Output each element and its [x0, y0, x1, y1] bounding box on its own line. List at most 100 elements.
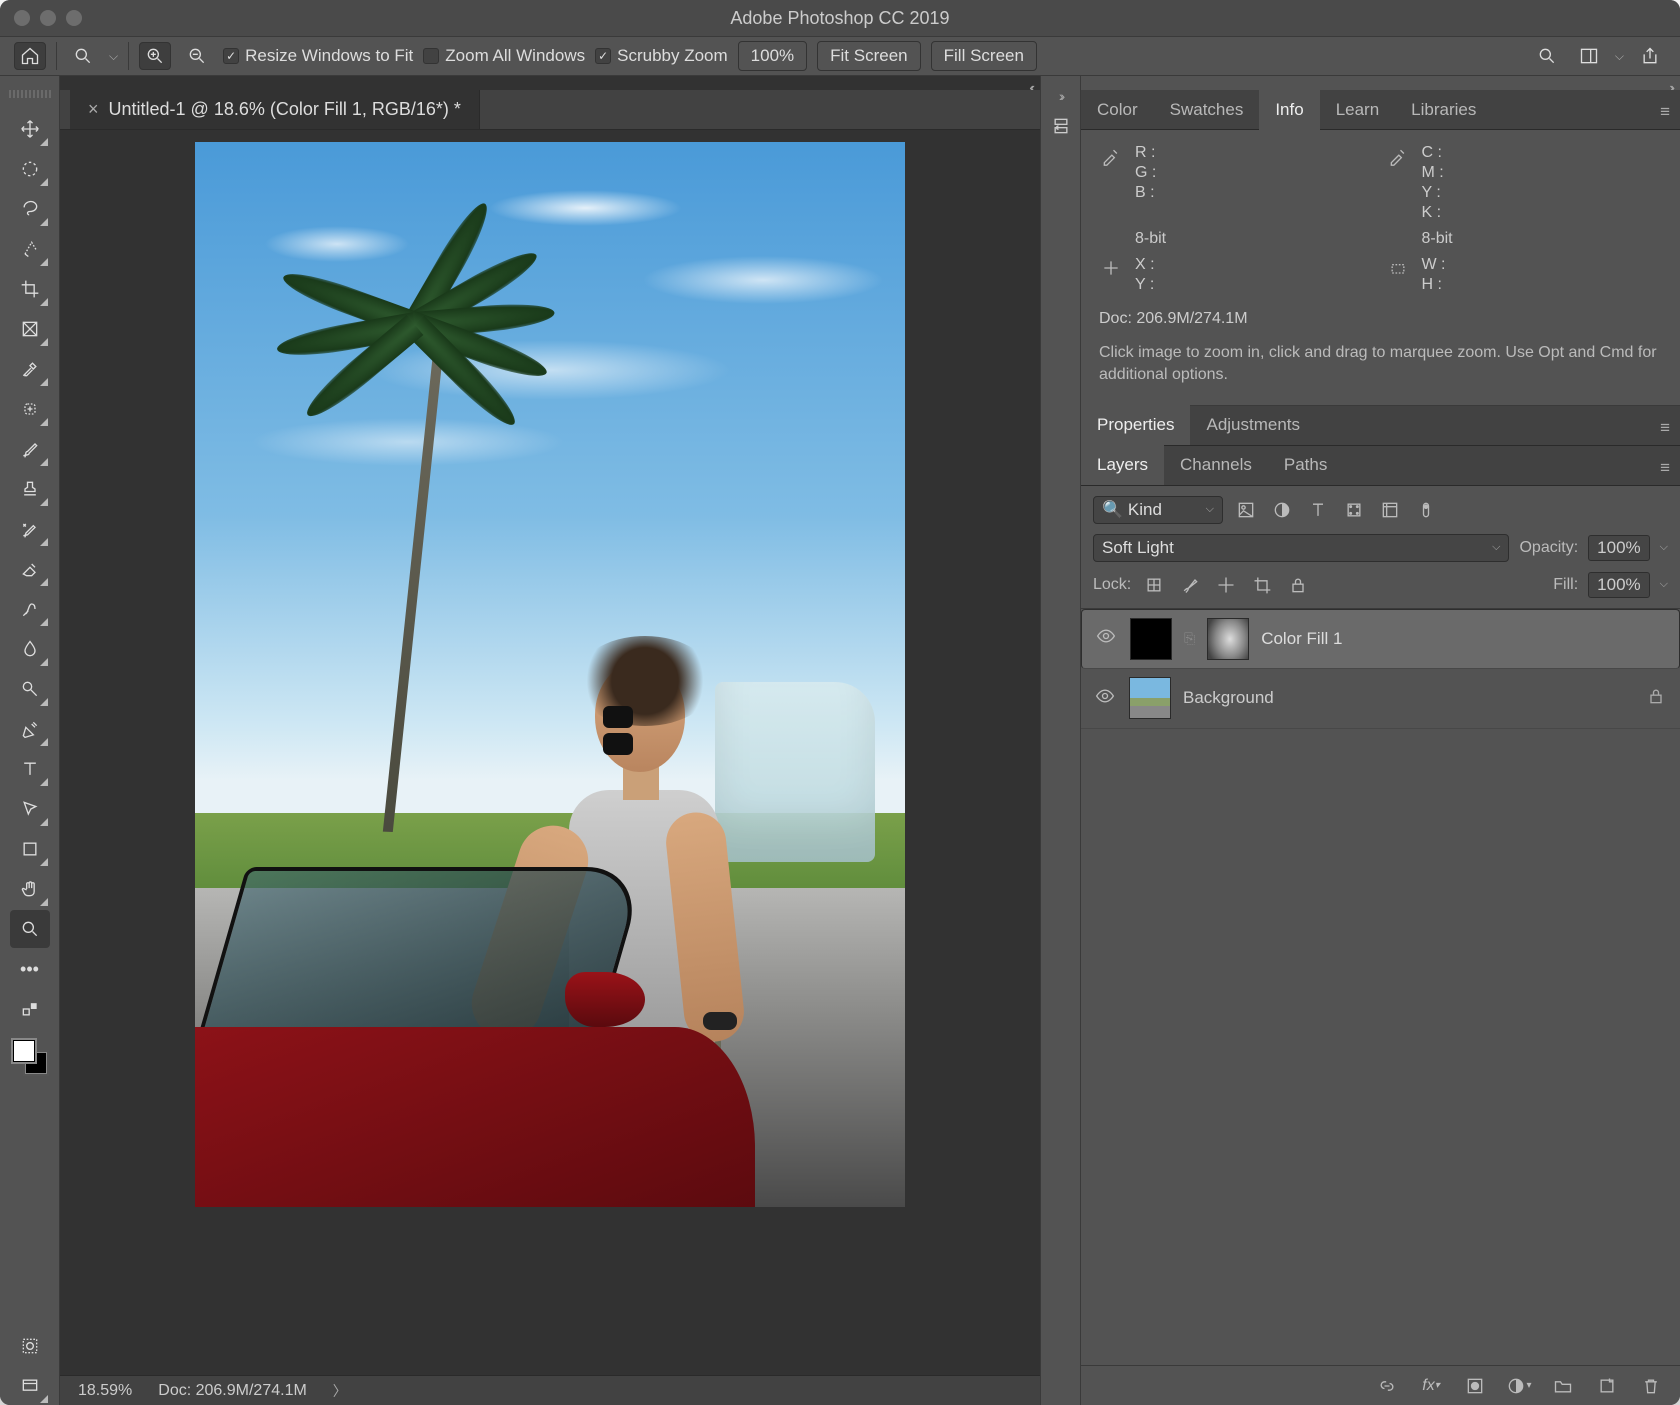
panel-grip-icon[interactable] [9, 90, 51, 98]
layer-filter-select[interactable]: 🔍 Kind⌵ [1093, 496, 1223, 524]
scrubby-zoom-checkbox[interactable]: Scrubby Zoom [595, 46, 728, 66]
layer-row[interactable]: ⎘ Color Fill 1 [1081, 609, 1680, 669]
tab-layers[interactable]: Layers [1081, 445, 1164, 485]
adjustment-layer-icon[interactable]: ▾ [1506, 1374, 1532, 1398]
type-tool-icon[interactable] [10, 750, 50, 788]
layer-name[interactable]: Background [1183, 688, 1634, 708]
minimize-icon[interactable] [40, 10, 56, 26]
healing-tool-icon[interactable] [10, 390, 50, 428]
visibility-icon[interactable] [1095, 686, 1117, 711]
lock-transparency-icon[interactable] [1141, 573, 1167, 597]
layer-row[interactable]: Background [1081, 669, 1680, 729]
eyedropper-tool-icon[interactable] [10, 350, 50, 388]
tab-info[interactable]: Info [1259, 90, 1319, 130]
blur-tool-icon[interactable] [10, 630, 50, 668]
move-tool-icon[interactable] [10, 110, 50, 148]
canvas[interactable] [195, 142, 905, 1207]
zoom-level[interactable]: 18.59% [78, 1382, 132, 1400]
layer-thumbnail[interactable] [1130, 618, 1172, 660]
link-layers-icon[interactable] [1374, 1374, 1400, 1398]
status-arrow-icon[interactable]: 〉 [333, 1381, 347, 1401]
lasso-tool-icon[interactable] [10, 190, 50, 228]
history-panel-icon[interactable] [1051, 116, 1071, 141]
fill-input[interactable]: 100% [1588, 572, 1649, 598]
eraser-tool-icon[interactable] [10, 550, 50, 588]
workspace-dropdown-icon[interactable]: ⌵ [1615, 49, 1624, 64]
workspace-icon[interactable] [1573, 42, 1605, 70]
quick-select-tool-icon[interactable] [10, 230, 50, 268]
new-layer-icon[interactable] [1594, 1374, 1620, 1398]
more-tools-icon[interactable]: ••• [10, 950, 50, 988]
pen-tool-icon[interactable] [10, 710, 50, 748]
share-icon[interactable] [1634, 42, 1666, 70]
frame-tool-icon[interactable] [10, 310, 50, 348]
panel-menu-icon[interactable]: ≡ [1660, 102, 1670, 122]
screen-mode-icon[interactable] [10, 1367, 50, 1405]
filter-smart-icon[interactable] [1377, 498, 1403, 522]
tab-learn[interactable]: Learn [1320, 90, 1395, 130]
new-group-icon[interactable] [1550, 1374, 1576, 1398]
stamp-tool-icon[interactable] [10, 470, 50, 508]
tab-channels[interactable]: Channels [1164, 445, 1268, 485]
layer-fx-icon[interactable]: fx▾ [1418, 1374, 1444, 1398]
zoom-all-checkbox[interactable]: Zoom All Windows [423, 46, 585, 66]
filter-shape-icon[interactable] [1341, 498, 1367, 522]
opacity-dropdown-icon[interactable]: ⌵ [1660, 541, 1668, 554]
tool-preset-icon[interactable] [67, 42, 99, 70]
layer-mask-thumbnail[interactable] [1207, 618, 1249, 660]
add-mask-icon[interactable] [1462, 1374, 1488, 1398]
maximize-icon[interactable] [66, 10, 82, 26]
expand-right-icon[interactable]: ›› [1059, 88, 1062, 104]
opacity-input[interactable]: 100% [1588, 535, 1649, 561]
visibility-icon[interactable] [1096, 626, 1118, 651]
color-swatches[interactable] [13, 1040, 47, 1074]
marquee-tool-icon[interactable] [10, 150, 50, 188]
delete-layer-icon[interactable] [1638, 1374, 1664, 1398]
search-icon[interactable] [1531, 42, 1563, 70]
tab-adjustments[interactable]: Adjustments [1190, 405, 1316, 445]
doc-info[interactable]: Doc: 206.9M/274.1M [158, 1382, 307, 1400]
blend-mode-select[interactable]: Soft Light⌵ [1093, 534, 1509, 562]
home-icon[interactable] [14, 42, 46, 70]
lock-image-icon[interactable] [1177, 573, 1203, 597]
tab-paths[interactable]: Paths [1268, 445, 1343, 485]
tab-libraries[interactable]: Libraries [1395, 90, 1492, 130]
zoom-in-icon[interactable] [139, 42, 171, 70]
quick-mask-icon[interactable] [10, 1327, 50, 1365]
filter-adjust-icon[interactable] [1269, 498, 1295, 522]
filter-toggle-icon[interactable] [1413, 498, 1439, 522]
path-select-tool-icon[interactable] [10, 790, 50, 828]
fill-screen-button[interactable]: Fill Screen [931, 41, 1037, 71]
lock-artboard-icon[interactable] [1249, 573, 1275, 597]
tab-properties[interactable]: Properties [1081, 405, 1190, 445]
panel-menu-icon[interactable]: ≡ [1660, 418, 1670, 438]
lock-all-icon[interactable] [1285, 573, 1311, 597]
fit-screen-button[interactable]: Fit Screen [817, 41, 920, 71]
shape-tool-icon[interactable] [10, 830, 50, 868]
tool-preset-dropdown-icon[interactable]: ⌵ [109, 49, 118, 64]
resize-windows-checkbox[interactable]: Resize Windows to Fit [223, 46, 413, 66]
edit-toolbar-icon[interactable] [10, 990, 50, 1028]
close-tab-icon[interactable]: × [88, 99, 99, 120]
layer-thumbnail[interactable] [1129, 677, 1171, 719]
brush-tool-icon[interactable] [10, 430, 50, 468]
tab-swatches[interactable]: Swatches [1154, 90, 1260, 130]
tab-color[interactable]: Color [1081, 90, 1154, 130]
close-icon[interactable] [14, 10, 30, 26]
panel-menu-icon[interactable]: ≡ [1660, 458, 1670, 478]
dodge-tool-icon[interactable] [10, 670, 50, 708]
history-brush-tool-icon[interactable] [10, 510, 50, 548]
layer-name[interactable]: Color Fill 1 [1261, 629, 1665, 649]
zoom-tool-icon[interactable] [10, 910, 50, 948]
lock-icon[interactable] [1646, 686, 1666, 711]
zoom-out-icon[interactable] [181, 42, 213, 70]
crop-tool-icon[interactable] [10, 270, 50, 308]
document-tab[interactable]: × Untitled-1 @ 18.6% (Color Fill 1, RGB/… [70, 90, 480, 129]
filter-type-icon[interactable] [1305, 498, 1331, 522]
filter-image-icon[interactable] [1233, 498, 1259, 522]
gradient-tool-icon[interactable] [10, 590, 50, 628]
hand-tool-icon[interactable] [10, 870, 50, 908]
fill-dropdown-icon[interactable]: ⌵ [1660, 578, 1668, 591]
lock-position-icon[interactable] [1213, 573, 1239, 597]
zoom-100-button[interactable]: 100% [738, 41, 807, 71]
